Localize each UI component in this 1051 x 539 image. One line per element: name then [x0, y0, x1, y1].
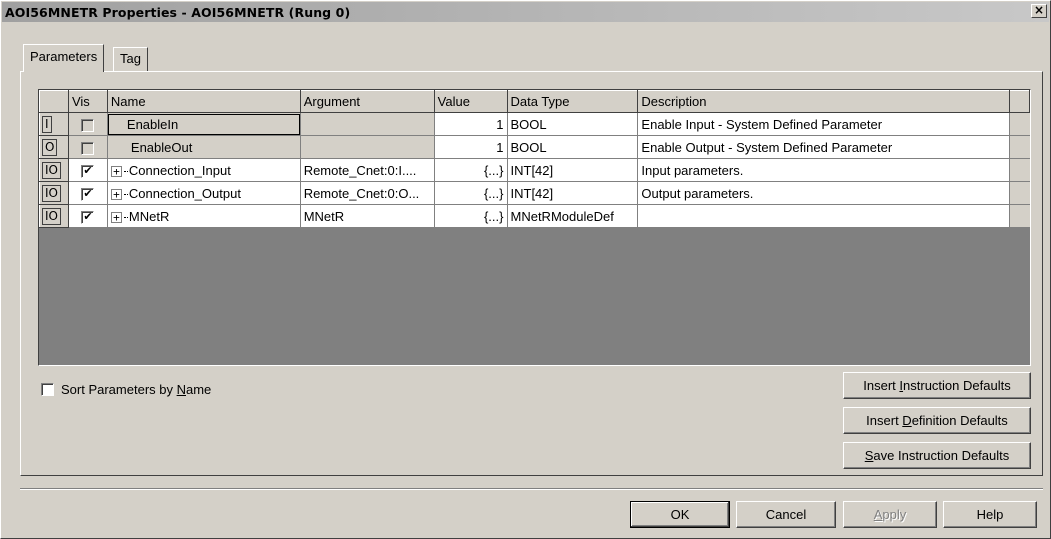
help-button[interactable]: Help	[943, 501, 1037, 528]
column-header-usage	[39, 90, 69, 113]
column-header-data-type[interactable]: Data Type	[506, 90, 639, 113]
vis-cell[interactable]	[68, 135, 108, 159]
row-filler	[1009, 204, 1030, 228]
description-cell[interactable]: Enable Output - System Defined Parameter	[637, 135, 1010, 159]
row-filler	[1009, 181, 1030, 205]
cancel-button[interactable]: Cancel	[736, 501, 836, 528]
description-cell[interactable]: Enable Input - System Defined Parameter	[637, 112, 1010, 136]
vis-checkbox[interactable]: ✔	[81, 164, 95, 178]
value-cell[interactable]: 1	[434, 135, 508, 159]
parameter-name: Connection_Output	[128, 185, 241, 201]
parameter-name: MNetR	[128, 208, 170, 224]
vis-checkbox[interactable]: ✔	[81, 187, 95, 201]
insert-instruction-defaults-button[interactable]: Insert Instruction Defaults	[843, 372, 1031, 399]
title-bar[interactable]: AOI56MNETR Properties - AOI56MNETR (Rung…	[2, 2, 1049, 22]
argument-cell[interactable]: Remote_Cnet:0:O...	[300, 181, 435, 205]
parameter-name: EnableOut	[130, 139, 193, 155]
parameter-name: EnableIn	[107, 113, 300, 135]
table-row[interactable]: IO ✔ + Connection_Output Remote_Cnet:0:O...{…	[39, 181, 1030, 205]
usage-cell[interactable]: IO	[39, 158, 69, 182]
name-cell[interactable]: + MNetR	[107, 204, 301, 228]
value-cell[interactable]: 1	[434, 112, 508, 136]
name-cell[interactable]: EnableIn	[107, 112, 301, 136]
row-filler	[1009, 135, 1030, 159]
argument-cell[interactable]: Remote_Cnet:0:I....	[300, 158, 435, 182]
table-row[interactable]: I EnableIn 1 BOOL Enable Input - System Defi…	[39, 112, 1030, 136]
vis-checkbox	[81, 141, 95, 155]
table-row[interactable]: IO ✔ + Connection_Input Remote_Cnet:0:I....{…	[39, 158, 1030, 182]
description-cell[interactable]: Output parameters.	[637, 181, 1010, 205]
column-header-filler	[1008, 90, 1030, 113]
argument-cell[interactable]	[300, 135, 435, 159]
usage-cell[interactable]: I	[39, 112, 69, 136]
data-type-cell: BOOL	[507, 112, 639, 136]
column-header-vis[interactable]: Vis	[67, 90, 108, 113]
vis-cell[interactable]: ✔	[68, 158, 108, 182]
sort-parameters-option[interactable]: Sort Parameters by Name	[41, 382, 211, 397]
data-type-cell: INT[42]	[507, 181, 639, 205]
data-type-cell: BOOL	[507, 135, 639, 159]
description-cell[interactable]: Input parameters.	[637, 158, 1010, 182]
data-type-cell: INT[42]	[507, 158, 639, 182]
vis-cell[interactable]: ✔	[68, 181, 108, 205]
usage-cell[interactable]: O	[39, 135, 69, 159]
expand-icon[interactable]: +	[110, 165, 122, 177]
usage-label: I	[42, 115, 52, 133]
apply-button[interactable]: Apply	[843, 501, 937, 528]
column-header-name[interactable]: Name	[106, 90, 301, 113]
expand-icon[interactable]: +	[110, 211, 122, 223]
close-button[interactable]: ×	[1031, 4, 1047, 18]
insert-definition-defaults-button[interactable]: Insert Definition Defaults	[843, 407, 1031, 434]
vis-checkbox	[81, 118, 95, 132]
row-filler	[1009, 112, 1030, 136]
data-type-cell: MNetRModuleDef	[507, 204, 639, 228]
column-header-description[interactable]: Description	[637, 90, 1010, 113]
name-cell[interactable]: EnableOut	[107, 135, 301, 159]
tree-line	[123, 170, 128, 172]
usage-label: O	[42, 138, 58, 156]
tree-line	[123, 216, 128, 218]
table-row[interactable]: IO ✔ + MNetR MNetR {...} MNetRModuleDef	[39, 204, 1030, 228]
properties-dialog: AOI56MNETR Properties - AOI56MNETR (Rung…	[0, 0, 1051, 539]
sort-parameters-checkbox[interactable]	[41, 383, 54, 396]
parameters-table: Vis Name Argument Value Data Type Descri…	[39, 90, 1030, 228]
name-cell[interactable]: + Connection_Output	[107, 181, 301, 205]
value-cell[interactable]: {...}	[434, 181, 508, 205]
value-cell[interactable]: {...}	[434, 204, 508, 228]
argument-cell[interactable]	[300, 112, 435, 136]
usage-cell[interactable]: IO	[39, 181, 69, 205]
tab-tag[interactable]: Tag	[113, 47, 148, 71]
vis-cell[interactable]: ✔	[68, 204, 108, 228]
column-header-argument[interactable]: Argument	[299, 90, 435, 113]
description-cell[interactable]	[637, 204, 1010, 228]
column-header-value[interactable]: Value	[433, 90, 508, 113]
parameter-name: Connection_Input	[128, 162, 231, 178]
window-title: AOI56MNETR Properties - AOI56MNETR (Rung…	[5, 4, 351, 20]
name-cell[interactable]: + Connection_Input	[107, 158, 301, 182]
expand-icon[interactable]: +	[110, 188, 122, 200]
vis-checkbox[interactable]: ✔	[81, 210, 95, 224]
vis-cell[interactable]	[68, 112, 108, 136]
tree-line	[123, 193, 128, 195]
value-cell[interactable]: {...}	[434, 158, 508, 182]
parameters-grid: Vis Name Argument Value Data Type Descri…	[38, 89, 1031, 366]
table-row[interactable]: O EnableOut 1 BOOL Enable Output - System De…	[39, 135, 1030, 159]
usage-label: IO	[42, 161, 61, 179]
footer-divider	[20, 488, 1043, 490]
sort-parameters-label: Sort Parameters by Name	[61, 382, 212, 397]
ok-button[interactable]: OK	[630, 501, 730, 528]
usage-label: IO	[42, 207, 61, 225]
row-filler	[1009, 158, 1030, 182]
usage-label: IO	[42, 184, 61, 202]
argument-cell[interactable]: MNetR	[300, 204, 435, 228]
save-instruction-defaults-button[interactable]: Save Instruction Defaults	[843, 442, 1031, 469]
tab-parameters[interactable]: Parameters	[23, 44, 105, 72]
usage-cell[interactable]: IO	[39, 204, 69, 228]
